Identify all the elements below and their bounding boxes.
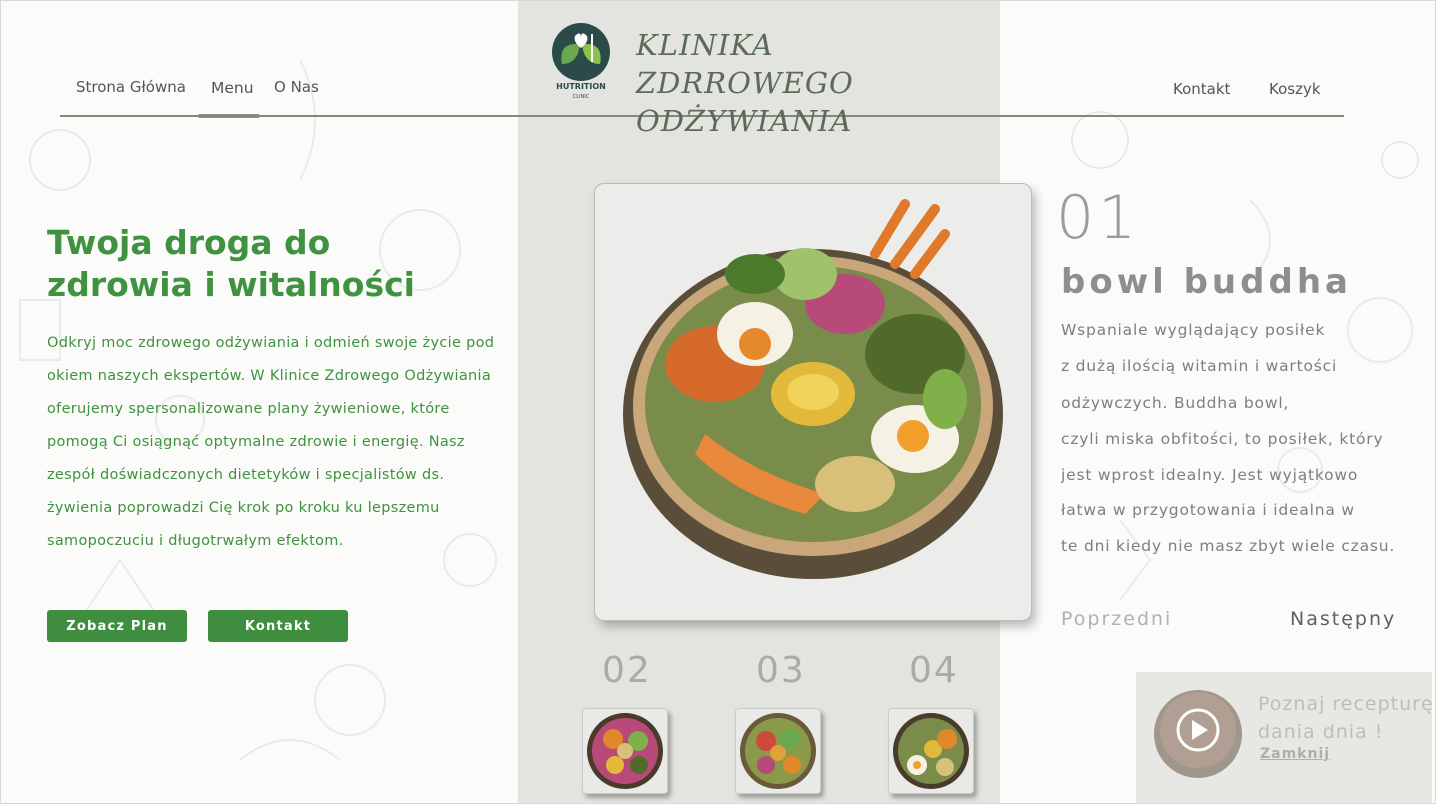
page-frame xyxy=(0,0,1436,804)
